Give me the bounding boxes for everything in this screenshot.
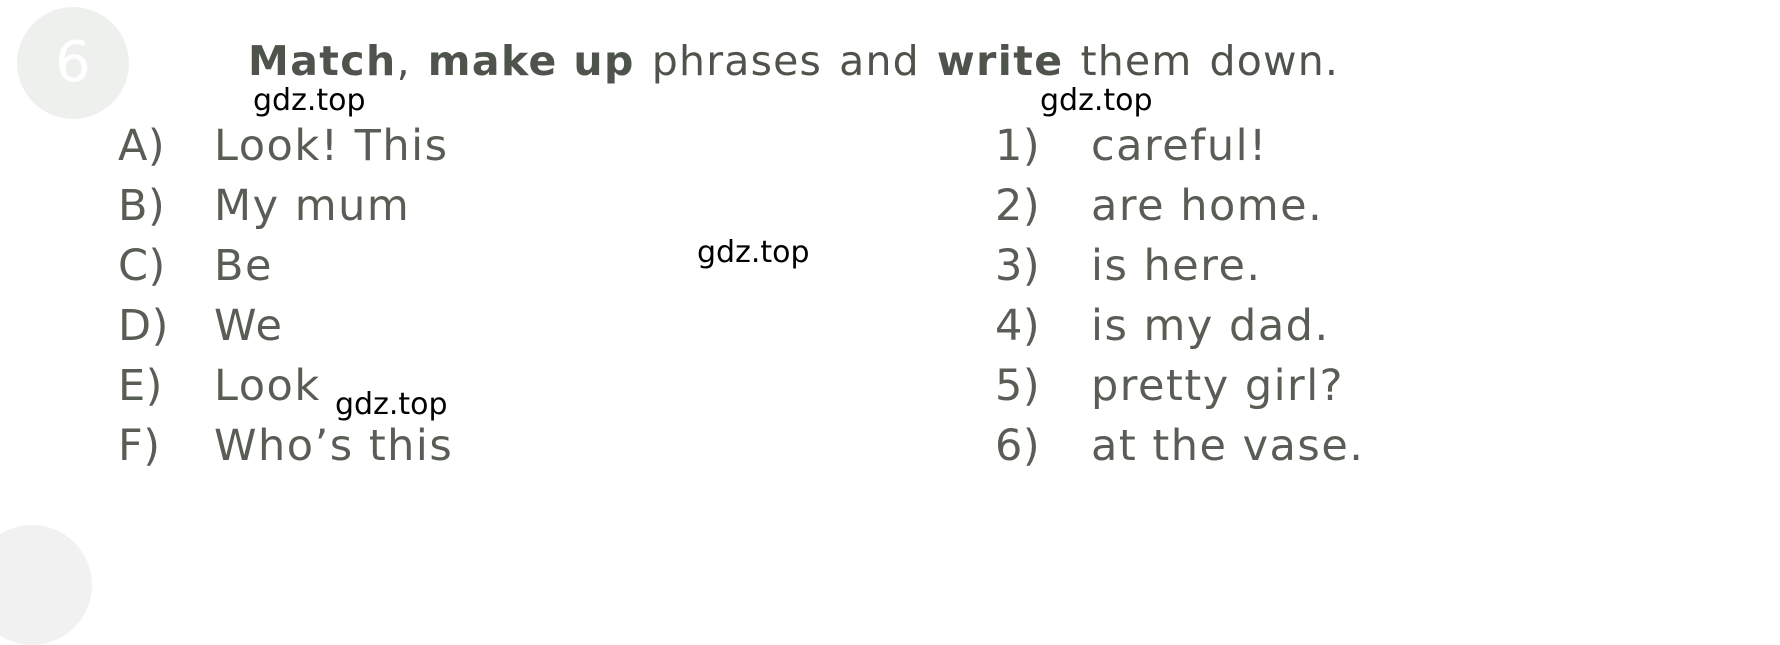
item-marker: 2) [995,181,1041,231]
item-marker: D) [118,301,169,351]
list-item[interactable]: 3) is here. [995,236,1364,296]
item-text: are home. [1091,181,1324,231]
list-item[interactable]: F) Who’s this [118,416,453,476]
item-marker: 6) [995,421,1041,471]
instruction-part-phrases: phrases [651,37,823,85]
watermark: gdz.top [335,387,448,422]
item-text: Look! This [214,121,449,171]
item-marker: E) [118,361,163,411]
item-text: My mum [214,181,411,231]
item-text: pretty girl? [1091,361,1345,411]
item-marker: C) [118,241,166,291]
item-text: Look [214,361,321,411]
item-marker: 1) [995,121,1041,171]
item-text: careful! [1091,121,1268,171]
list-item[interactable]: B) My mum [118,176,453,236]
exercise-number-badge: 6 [17,7,129,119]
list-item[interactable]: 6) at the vase. [995,416,1364,476]
item-text: is here. [1091,241,1262,291]
item-text: at the vase. [1091,421,1365,471]
item-marker: 3) [995,241,1041,291]
item-marker: 5) [995,361,1041,411]
list-item[interactable]: 4) is my dad. [995,296,1364,356]
item-text: Who’s this [214,421,454,471]
list-item[interactable]: A) Look! This [118,116,453,176]
decorative-corner-circle [0,525,92,645]
right-column-sentence-endings: 1) careful! 2) are home. 3) is here. 4) … [995,116,1364,476]
instruction-part-down: down. [1209,37,1340,85]
item-marker: A) [118,121,166,171]
item-text: Be [214,241,273,291]
watermark: gdz.top [697,235,810,270]
item-marker: B) [118,181,166,231]
item-marker: 4) [995,301,1041,351]
watermark: gdz.top [253,83,366,118]
list-item[interactable]: 2) are home. [995,176,1364,236]
instruction-part-write: write [936,37,1064,85]
item-text: We [214,301,284,351]
list-item[interactable]: C) Be [118,236,453,296]
list-item[interactable]: 5) pretty girl? [995,356,1364,416]
item-marker: F) [118,421,161,471]
watermark: gdz.top [1040,83,1153,118]
instruction-part-comma: , [396,37,411,85]
list-item[interactable]: 1) careful! [995,116,1364,176]
instruction-part-match: Match [248,37,397,85]
instruction-part-make-up: make up [427,37,635,85]
instruction-heading: Match, make up phrases and write them down. [248,34,1708,88]
instruction-part-and: and [839,37,920,85]
item-text: is my dad. [1091,301,1330,351]
instruction-part-them: them [1080,37,1193,85]
left-column-sentence-starts: A) Look! This B) My mum C) Be D) We E) L… [118,116,453,476]
exercise-number-label: 6 [55,30,91,95]
list-item[interactable]: D) We [118,296,453,356]
